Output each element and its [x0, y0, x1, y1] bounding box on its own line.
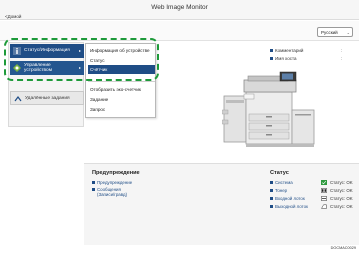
menu-remote-jobs[interactable]: Удалённые задания: [10, 91, 84, 105]
language-select[interactable]: Русский ⌄: [317, 27, 353, 37]
status-value: Статус: OK: [330, 196, 353, 201]
warnings-title: Предупреждение: [92, 170, 140, 176]
status-item-input-tray[interactable]: Входной лоток: [270, 196, 305, 201]
chevron-down-icon: ⌄: [346, 30, 350, 35]
printer-image: [222, 71, 315, 147]
submenu-query[interactable]: Запрос: [88, 105, 155, 114]
submenu-eco-counter[interactable]: Отобразить эко-счетчик: [88, 85, 155, 94]
status-value: Статус: OK: [330, 204, 353, 209]
warning-item[interactable]: Сообщения (Записи/гравд): [92, 187, 127, 197]
home-link[interactable]: <Домой: [5, 14, 21, 19]
comment-value: :: [341, 48, 343, 53]
hostname-value: :: [341, 56, 343, 61]
warning-item[interactable]: Предупреждение: [92, 180, 132, 185]
status-value: Статус: OK: [330, 188, 353, 193]
divider: [88, 81, 155, 82]
tray-icon: [321, 196, 327, 201]
submenu-job[interactable]: Задание: [88, 95, 155, 104]
title-bar: Web Image Monitor <Домой: [0, 0, 359, 20]
highlight-frame: [4, 38, 159, 81]
remote-job-icon: [14, 96, 22, 102]
figure-code: DOCMAC0029: [330, 246, 356, 250]
status-title: Статус: [270, 170, 289, 176]
status-item-toner[interactable]: Тонер: [270, 188, 287, 193]
hostname-label: Имя хоста: [270, 56, 296, 61]
output-tray-icon: [321, 204, 327, 209]
comment-label: Комментарий: [270, 48, 303, 53]
app-title: Web Image Monitor: [151, 4, 208, 11]
system-ok-icon: [321, 180, 327, 185]
status-value: Статус: OK: [330, 180, 353, 185]
toner-icon: [321, 188, 327, 193]
menu-remote-jobs-label: Удалённые задания: [25, 96, 70, 101]
status-item-output-tray[interactable]: Выходной лоток: [270, 204, 308, 209]
language-value: Русский: [321, 30, 338, 35]
status-item-system[interactable]: Система: [270, 180, 293, 185]
